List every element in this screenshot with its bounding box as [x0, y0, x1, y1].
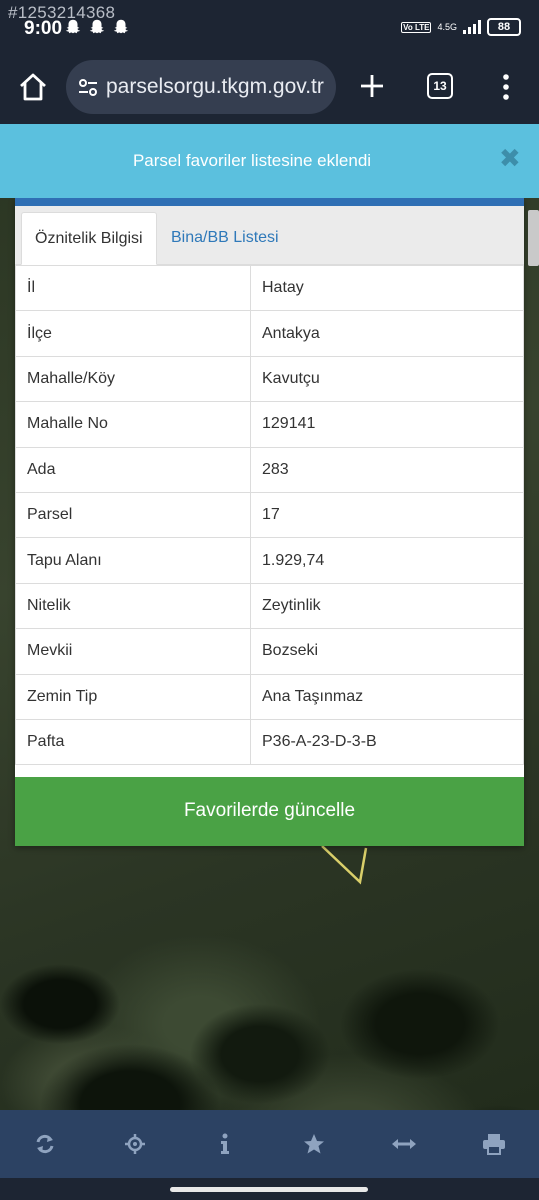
- print-icon[interactable]: [474, 1124, 514, 1164]
- system-icons: Vo LTE 4.5G 88: [401, 18, 521, 36]
- row-key: Mahalle/Köy: [15, 355, 251, 403]
- toast-message: Parsel favoriler listesine eklendi: [132, 151, 372, 170]
- row-value: 283: [250, 446, 524, 493]
- update-favorites-button[interactable]: Favorilerde güncelle: [15, 777, 524, 846]
- close-icon[interactable]: ✖: [499, 143, 521, 174]
- panel-tabs: Öznitelik Bilgisi Bina/BB Listesi: [15, 206, 524, 265]
- panel-header-bar: [15, 198, 524, 206]
- row-value: P36-A-23-D-3-B: [250, 718, 524, 766]
- site-settings-icon[interactable]: [76, 75, 100, 99]
- address-bar[interactable]: parselsorgu.tkgm.gov.tr: [66, 60, 336, 114]
- row-key: Tapu Alanı: [15, 537, 251, 584]
- table-row: Pafta P36-A-23-D-3-B: [15, 718, 524, 766]
- table-row: Ada 283: [15, 446, 524, 493]
- row-key: Mahalle No: [15, 401, 251, 448]
- signal-icon: [463, 20, 481, 34]
- tab-building-list[interactable]: Bina/BB Listesi: [158, 212, 292, 263]
- toast-notification: Parsel favoriler listesine eklendi: [0, 124, 539, 198]
- url-text: parselsorgu.tkgm.gov.tr: [106, 75, 324, 98]
- row-value: Kavutçu: [250, 355, 524, 403]
- more-menu-icon[interactable]: [494, 70, 518, 104]
- battery-icon: 88: [487, 18, 521, 36]
- row-value: Zeytinlik: [250, 582, 524, 630]
- table-row: Parsel 17: [15, 491, 524, 539]
- refresh-icon[interactable]: [25, 1124, 65, 1164]
- star-icon[interactable]: [294, 1124, 334, 1164]
- table-row: Mahalle No 129141: [15, 401, 524, 448]
- row-key: Nitelik: [15, 582, 251, 630]
- table-row: Tapu Alanı 1.929,74: [15, 537, 524, 584]
- table-row: Mevkii Bozseki: [15, 628, 524, 675]
- home-icon[interactable]: [16, 70, 50, 104]
- table-row: İl Hatay: [15, 264, 524, 312]
- row-key: Zemin Tip: [15, 673, 251, 720]
- attribute-table: İl Hatay İlçe Antakya Mahalle/Köy Kavutçu M…: [15, 264, 524, 766]
- table-row: İlçe Antakya: [15, 310, 524, 357]
- home-gesture-pill[interactable]: [170, 1187, 368, 1192]
- row-value: Ana Taşınmaz: [250, 673, 524, 720]
- measure-icon[interactable]: [384, 1124, 424, 1164]
- row-value: Antakya: [250, 310, 524, 357]
- row-key: Mevkii: [15, 628, 251, 675]
- ghost-icon: [65, 19, 81, 34]
- table-row: Mahalle/Köy Kavutçu: [15, 355, 524, 403]
- notification-icons: [64, 18, 130, 36]
- tab-switcher-button[interactable]: 13: [427, 73, 453, 99]
- info-icon[interactable]: [205, 1124, 245, 1164]
- row-value: 17: [250, 491, 524, 539]
- row-value: Bozseki: [250, 628, 524, 675]
- browser-toolbar: parselsorgu.tkgm.gov.tr 13: [0, 50, 539, 124]
- new-tab-icon[interactable]: [355, 69, 389, 103]
- table-row: Nitelik Zeytinlik: [15, 582, 524, 630]
- ghost-icon: [113, 19, 129, 34]
- row-key: İl: [15, 264, 251, 312]
- gesture-bar: [0, 1178, 539, 1200]
- clock: 9:00: [24, 18, 63, 39]
- scrollbar[interactable]: [528, 210, 539, 266]
- row-value: 1.929,74: [250, 537, 524, 584]
- row-key: Ada: [15, 446, 251, 493]
- row-key: Parsel: [15, 491, 251, 539]
- table-row: Zemin Tip Ana Taşınmaz: [15, 673, 524, 720]
- network-type: 4.5G: [437, 21, 457, 32]
- parcel-info-panel: Öznitelik Bilgisi Bina/BB Listesi İl Hata…: [15, 198, 524, 846]
- row-value: Hatay: [250, 264, 524, 312]
- bottom-toolbar: [0, 1110, 539, 1178]
- row-key: Pafta: [15, 718, 251, 766]
- tab-attribute-info[interactable]: Öznitelik Bilgisi: [21, 212, 157, 265]
- row-key: İlçe: [15, 310, 251, 357]
- volte-badge: Vo LTE: [401, 21, 432, 33]
- status-bar: #1253214368 9:00 Vo LTE 4.5G 88: [0, 0, 539, 50]
- locate-icon[interactable]: [115, 1124, 155, 1164]
- ghost-icon: [89, 19, 105, 34]
- row-value: 129141: [250, 401, 524, 448]
